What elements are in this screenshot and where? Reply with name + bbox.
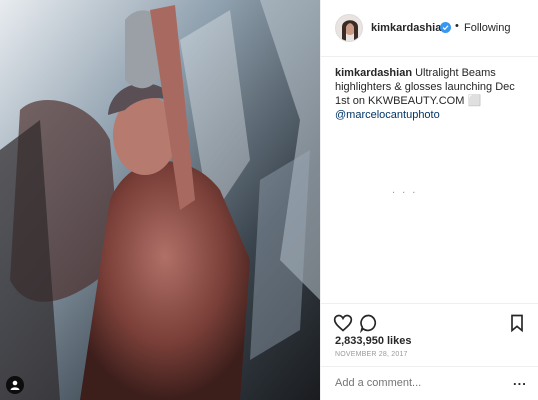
avatar[interactable] — [335, 14, 363, 42]
heart-icon[interactable] — [333, 313, 353, 333]
bookmark-icon[interactable] — [507, 313, 527, 333]
caption-mention[interactable]: @marcelocantuphoto — [335, 109, 440, 121]
header-username[interactable]: kimkardashian — [371, 22, 448, 34]
post-sidebar: kimkardashian • Following kimkardashian … — [320, 0, 538, 400]
separator-dot: • — [455, 20, 459, 32]
verified-badge-icon — [440, 22, 451, 33]
post-image[interactable] — [0, 0, 320, 400]
caption-glyph: ⬜ — [467, 95, 482, 107]
more-options-icon[interactable]: ... — [513, 373, 527, 388]
post-date: NOVEMBER 28, 2017 — [335, 351, 408, 358]
following-button[interactable]: Following — [464, 22, 510, 34]
post-header: kimkardashian • Following — [321, 0, 538, 57]
like-count[interactable]: 2,833,950 likes — [335, 335, 411, 347]
comment-icon[interactable] — [359, 313, 379, 334]
comment-input[interactable] — [335, 377, 495, 389]
caption-username[interactable]: kimkardashian — [335, 67, 412, 79]
caption: kimkardashian Ultralight Beams highlight… — [335, 66, 523, 122]
action-bar — [321, 303, 538, 339]
post-photo — [0, 0, 320, 400]
comment-bar: ... — [321, 366, 538, 400]
comments-loading-indicator: . . . — [392, 184, 418, 196]
user-tag-icon[interactable] — [6, 376, 24, 394]
